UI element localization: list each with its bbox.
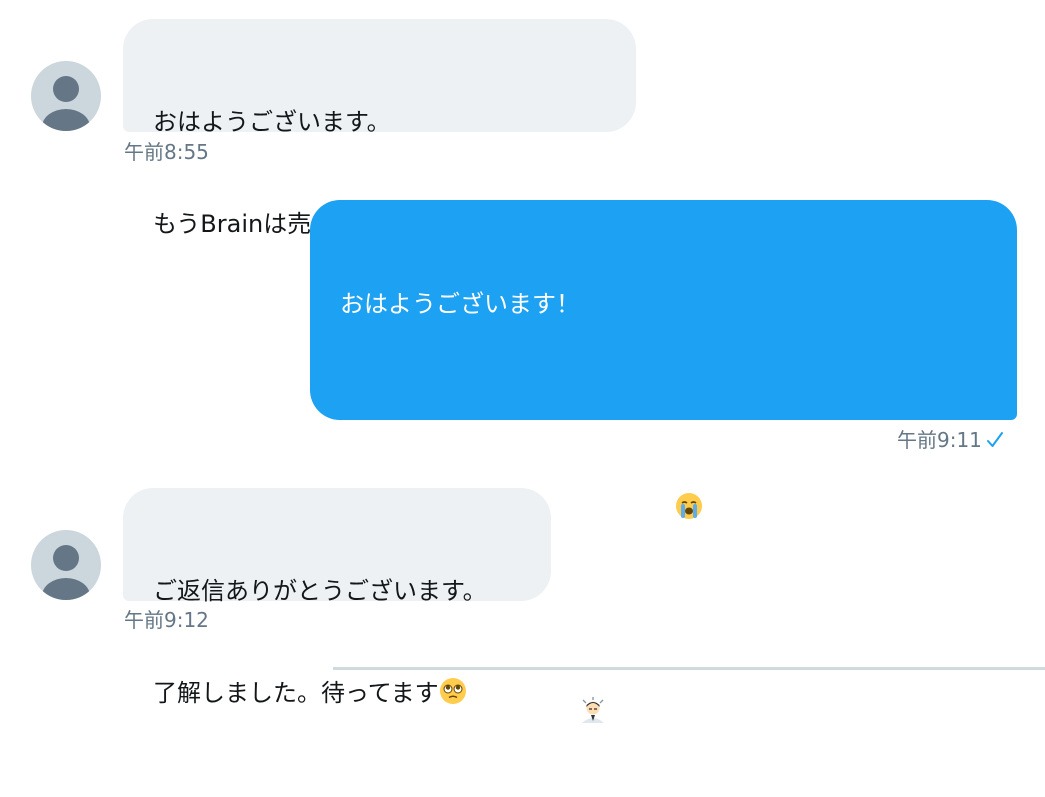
- message-bubble[interactable]: おはようございます。 もうBrainは売り切れでしょうか？(._.): [123, 19, 636, 238]
- message-line: おはようございます！: [340, 290, 580, 318]
- avatar[interactable]: [31, 61, 101, 131]
- default-avatar-icon: [42, 545, 90, 600]
- message-bubble[interactable]: おはようございます！ 有難いことに初版売り切れです 現在再販の審査を通している所…: [310, 200, 1017, 726]
- message-line: 了解しました。待ってます: [153, 679, 439, 707]
- check-icon: [986, 432, 1003, 447]
- message-timestamp: 午前9:12: [124, 608, 209, 632]
- pleading-face-emoji: [439, 678, 466, 704]
- message-bubble[interactable]: ご返信ありがとうございます。 了解しました。待ってます: [123, 488, 551, 707]
- message-timestamp: 午前9:11: [897, 428, 982, 452]
- message-line: おはようございます。: [153, 108, 391, 136]
- bowing-person-emoji: [582, 697, 605, 723]
- loudly-crying-face-emoji: [676, 493, 703, 519]
- message-line-empty: [340, 389, 987, 423]
- message-timestamp-row: 午前9:11: [897, 428, 1004, 452]
- default-avatar-icon: [42, 76, 90, 131]
- message-line: ご返信ありがとうございます。: [153, 577, 487, 605]
- message-timestamp: 午前8:55: [124, 140, 209, 164]
- message-line-with-emoji: 了解しました。待ってます: [153, 676, 521, 710]
- avatar[interactable]: [31, 530, 101, 600]
